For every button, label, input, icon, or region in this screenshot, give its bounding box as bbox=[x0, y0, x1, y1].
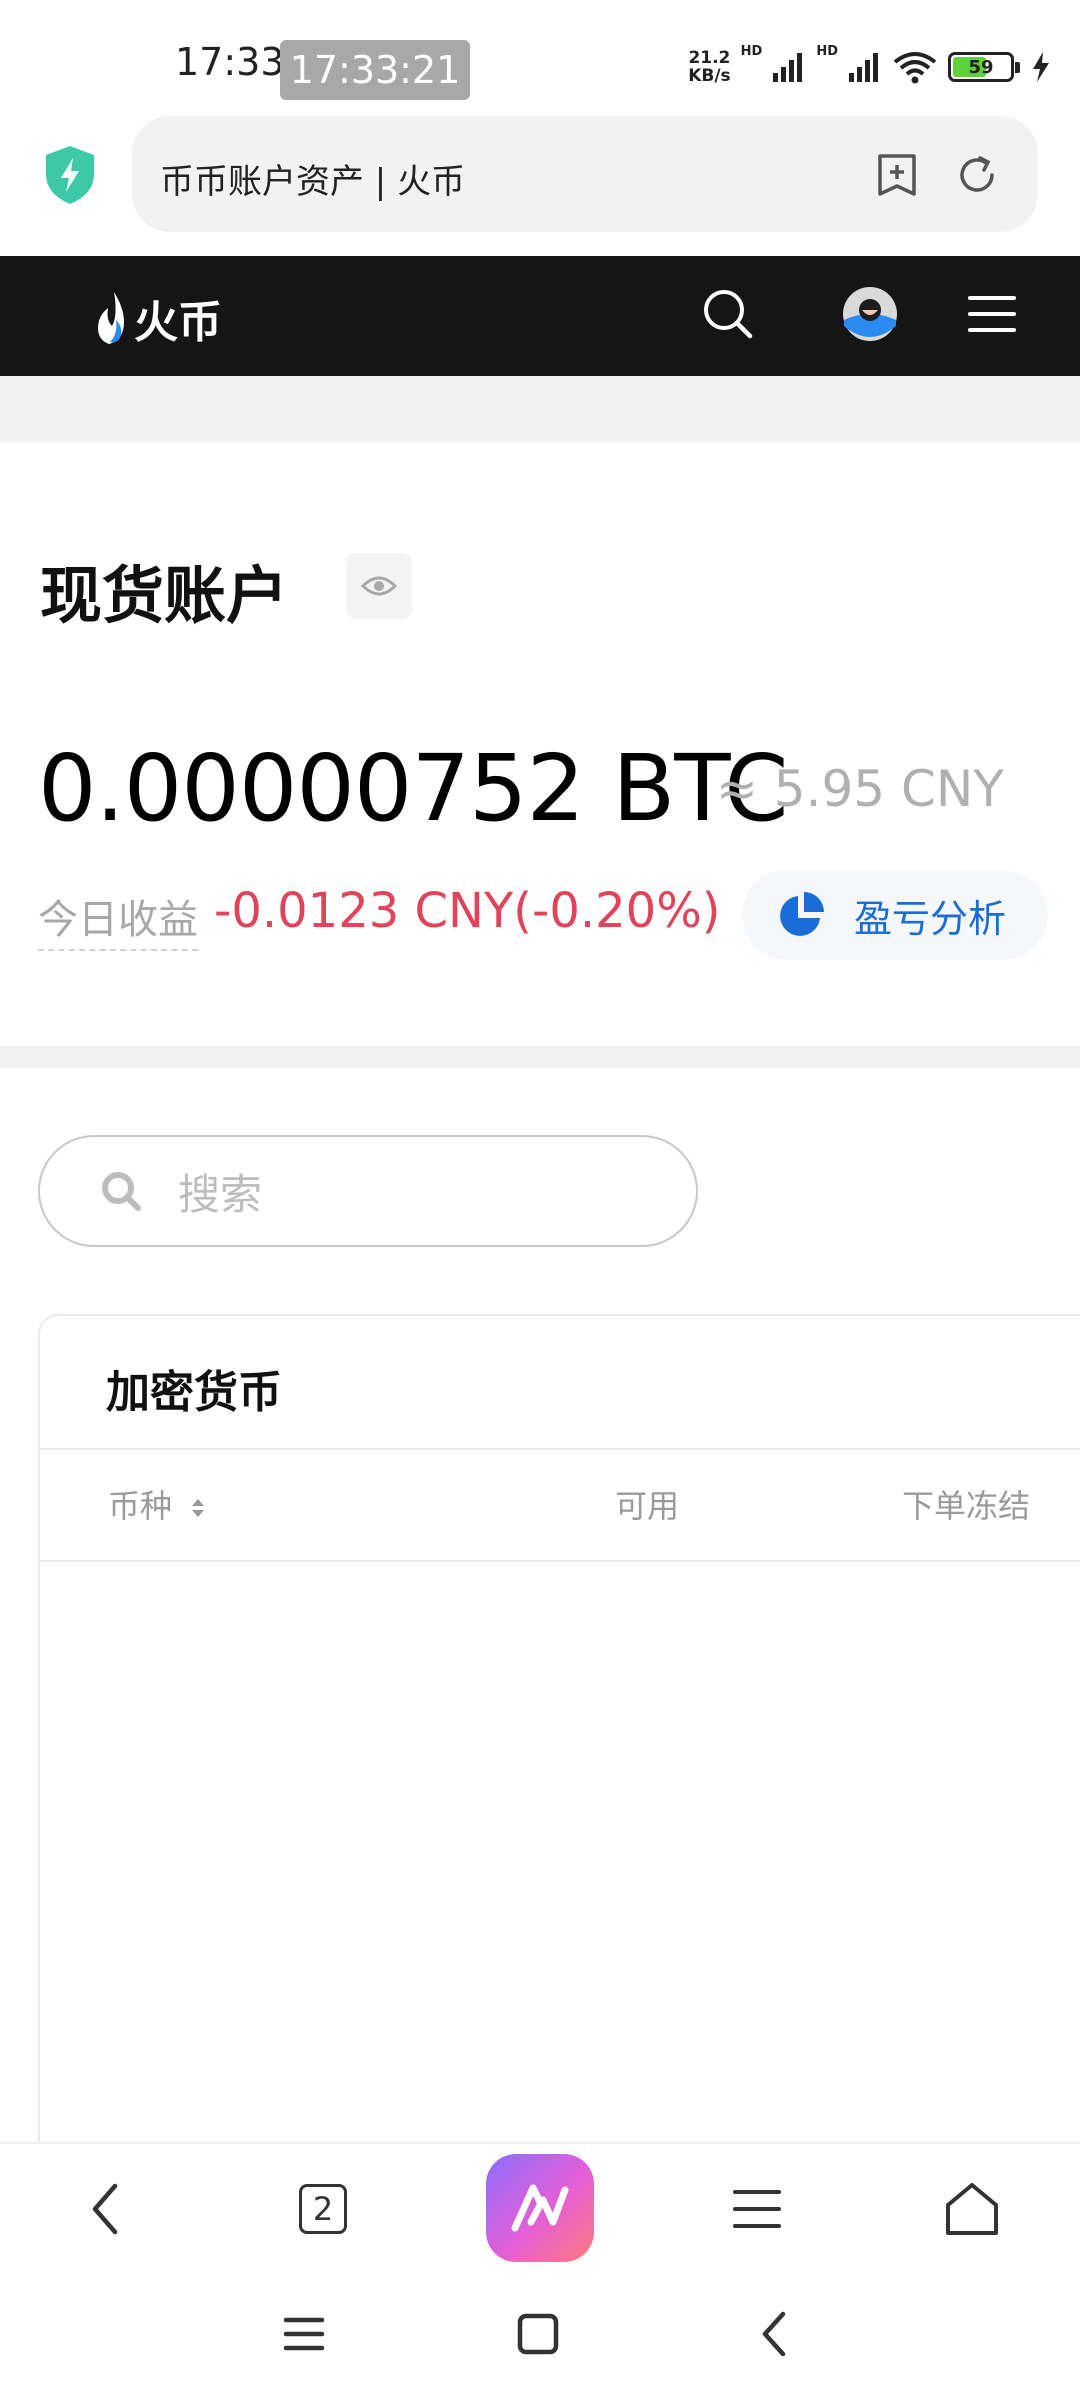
eye-icon bbox=[361, 576, 397, 596]
pie-chart-icon bbox=[780, 892, 824, 936]
menu-icon[interactable] bbox=[964, 286, 1020, 342]
account-title: 现货账户 bbox=[40, 559, 289, 632]
hd-label-1: HD bbox=[740, 44, 763, 59]
column-header-available: 可用 bbox=[615, 1487, 680, 1525]
home-button[interactable] bbox=[937, 2174, 1007, 2244]
avatar[interactable] bbox=[842, 286, 898, 342]
header-spacer bbox=[0, 376, 1080, 442]
divider bbox=[40, 1560, 1080, 1562]
add-bookmark-icon[interactable] bbox=[874, 152, 920, 198]
sort-icon bbox=[192, 1499, 205, 1517]
status-time: 17:33 bbox=[175, 40, 285, 84]
home-icon bbox=[517, 2313, 559, 2355]
tabs-icon: 2 bbox=[299, 2184, 347, 2234]
tab-count: 2 bbox=[312, 2190, 334, 2228]
search-icon bbox=[102, 1172, 141, 1211]
status-bar: 17:33 17:33:21 21.2 KB/s HD HD 59 bbox=[0, 0, 1080, 110]
clock-overlay: 17:33:21 bbox=[280, 40, 470, 100]
wifi-icon bbox=[893, 52, 937, 84]
search-icon[interactable] bbox=[700, 286, 756, 342]
home-icon bbox=[946, 2183, 998, 2235]
menu-icon bbox=[733, 2190, 781, 2228]
column-header-coin-label: 币种 bbox=[108, 1487, 173, 1525]
tabs-button[interactable]: 2 bbox=[288, 2174, 358, 2244]
system-home-button[interactable] bbox=[508, 2304, 568, 2364]
huobi-logo[interactable]: 火币 bbox=[94, 286, 222, 350]
back-icon bbox=[762, 2311, 786, 2357]
browser-menu-button[interactable] bbox=[722, 2174, 792, 2244]
search-placeholder: 搜索 bbox=[178, 1169, 263, 1219]
crypto-section-title: 加密货币 bbox=[106, 1367, 282, 1418]
pnl-analysis-label: 盈亏分析 bbox=[854, 896, 1007, 941]
logo-text: 火币 bbox=[134, 297, 222, 348]
battery-icon: 59 bbox=[948, 52, 1020, 82]
system-back-button[interactable] bbox=[744, 2304, 804, 2364]
status-icons: 21.2 KB/s HD HD 59 bbox=[688, 42, 1050, 92]
recents-button[interactable] bbox=[274, 2304, 334, 2364]
browser-bottom-nav: 2 bbox=[0, 2142, 1080, 2272]
charging-icon bbox=[1033, 52, 1049, 82]
today-pnl-value: -0.0123 CNY(-0.20%) bbox=[214, 883, 721, 939]
today-pnl-label[interactable]: 今日收益 bbox=[38, 887, 198, 951]
btc-balance: 0.00000752 BTC bbox=[38, 735, 788, 842]
section-divider bbox=[0, 1046, 1080, 1068]
system-nav-bar bbox=[0, 2272, 1080, 2400]
ai-assistant-button[interactable] bbox=[486, 2154, 594, 2262]
net-speed-value: 21.2 bbox=[688, 48, 731, 68]
back-button[interactable] bbox=[72, 2174, 142, 2244]
refresh-icon[interactable] bbox=[954, 152, 1000, 198]
back-icon bbox=[92, 2183, 118, 2235]
divider bbox=[40, 1448, 1080, 1450]
column-header-frozen: 下单冻结 bbox=[902, 1487, 1031, 1525]
signal-icon bbox=[849, 53, 878, 82]
battery-level: 59 bbox=[968, 56, 994, 78]
search-input[interactable]: 搜索 bbox=[38, 1135, 698, 1247]
cny-approx-value: ≈ 5.95 CNY bbox=[716, 760, 1004, 818]
net-speed: 21.2 KB/s bbox=[688, 49, 730, 85]
recents-icon bbox=[283, 2317, 325, 2351]
pnl-analysis-button[interactable]: 盈亏分析 bbox=[742, 870, 1048, 960]
shield-icon[interactable] bbox=[42, 144, 98, 206]
address-bar[interactable]: 币币账户资产 | 火币 bbox=[132, 116, 1038, 232]
browser-url-row: 币币账户资产 | 火币 bbox=[0, 110, 1080, 256]
net-speed-unit: KB/s bbox=[688, 66, 731, 86]
crypto-assets-card: 加密货币 币种 可用 下单冻结 bbox=[38, 1314, 1080, 2154]
site-header: 火币 bbox=[0, 256, 1080, 376]
page-title: 币币账户资产 | 火币 bbox=[160, 162, 466, 202]
signal-icon bbox=[773, 53, 803, 82]
flame-logo-icon bbox=[98, 292, 124, 344]
hd-label-2: HD bbox=[816, 44, 838, 59]
ai-assistant-icon bbox=[511, 2184, 569, 2232]
toggle-visibility-button[interactable] bbox=[346, 553, 412, 619]
column-header-coin[interactable]: 币种 bbox=[108, 1481, 206, 1527]
